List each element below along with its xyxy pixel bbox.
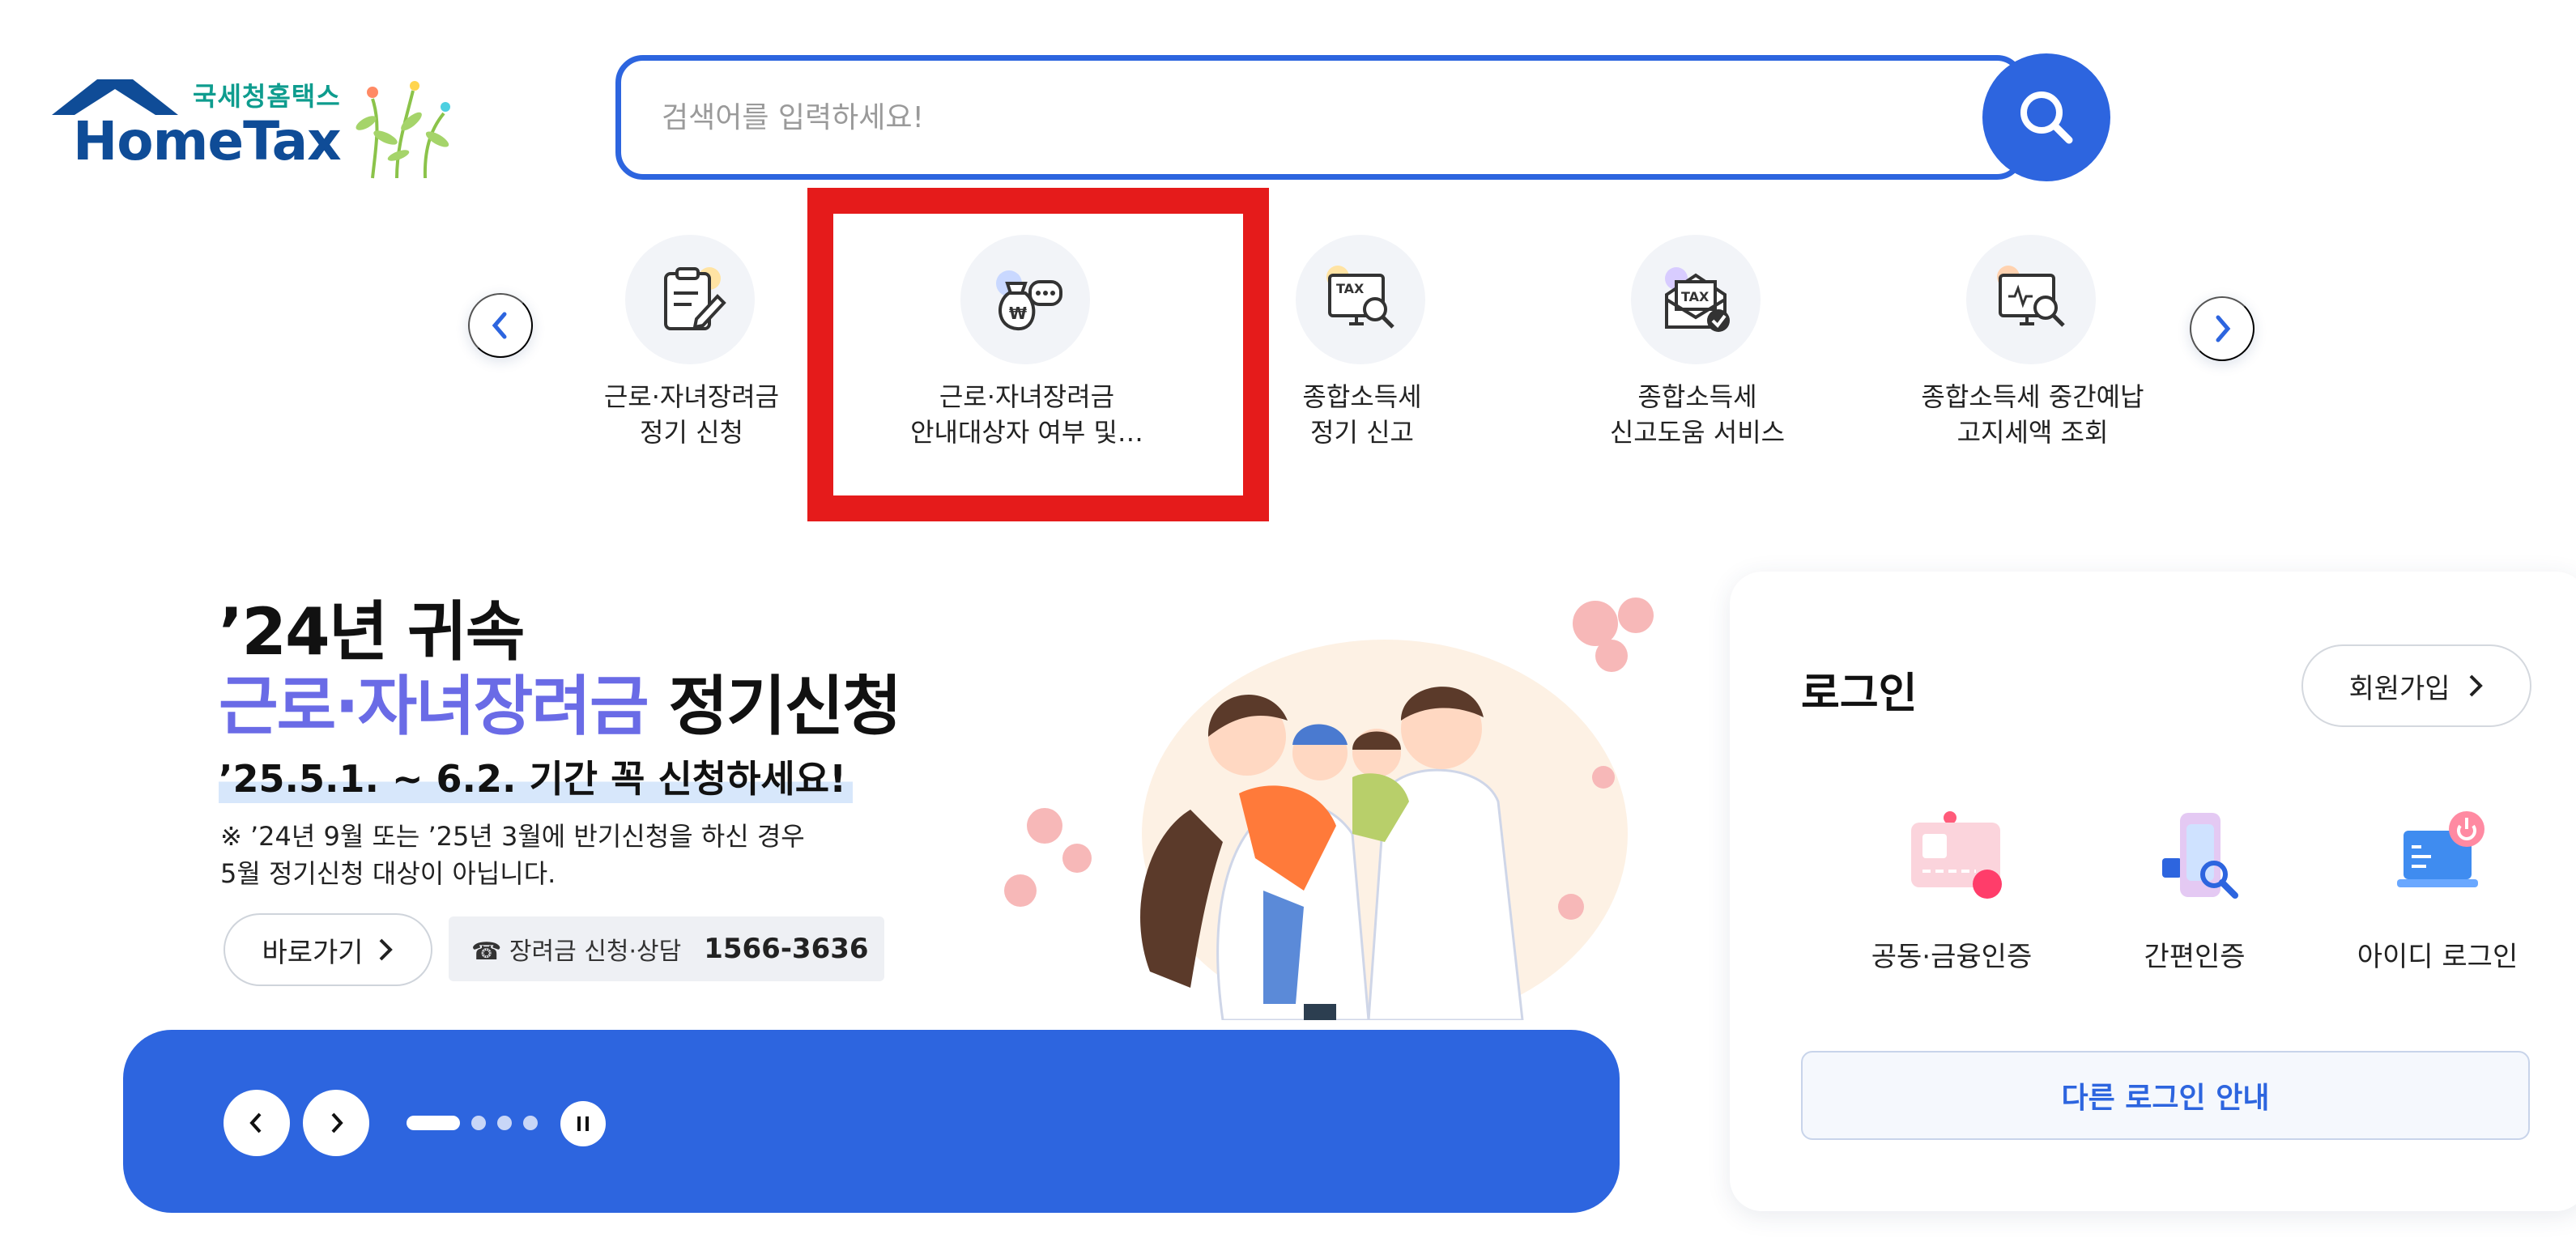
banner-date: ’25.5.1. ~ 6.2. 기간 꼭 신청하세요! <box>219 750 854 803</box>
search-bar <box>615 55 2025 180</box>
login-panel: 로그인 회원가입 공동·금융인증 간편인증 아이디 로그인 다른 로그인 안내 <box>1730 572 2576 1211</box>
banner-pagination <box>407 1116 538 1130</box>
banner-title-line2: 근로·자녀장려금 정기신청 <box>219 654 902 748</box>
quick-menu-label: 종합소득세 중간예납 고지세액 조회 <box>1921 381 2144 448</box>
laptop-power-icon <box>2397 811 2484 887</box>
svg-text:TAX: TAX <box>1681 289 1710 304</box>
banner-control-bar <box>123 1030 1620 1213</box>
pagination-dot[interactable] <box>471 1116 486 1130</box>
banner-title-rest: 정기신청 <box>647 669 901 744</box>
quick-menu-item-interim-prepayment-lookup[interactable]: 종합소득세 중간예납 고지세액 조회 <box>1871 235 2195 461</box>
logo-subtitle: 국세청홈택스 <box>193 81 341 112</box>
hometax-logo[interactable]: 국세청홈택스 HomeTax <box>49 65 470 186</box>
chevron-right-icon <box>331 1112 343 1133</box>
banner-phone-info: ☎ 장려금 신청·상담 1566-3636 <box>449 916 884 981</box>
banner-go-label: 바로가기 <box>262 936 364 969</box>
signup-label: 회원가입 <box>2348 672 2450 705</box>
hometax-main-page: 국세청홈택스 HomeTax 검색어를 입력하세요! 근로·자녀장려금 정기 신… <box>0 0 2576 1246</box>
tax-monitor-search-icon: TAX <box>1296 235 1425 364</box>
quick-menu-item-earned-income-credit-apply[interactable]: 근로·자녀장려금 정기 신청 <box>530 235 854 461</box>
chevron-left-icon <box>249 1112 262 1133</box>
quick-menu-label: 근로·자녀장려금 정기 신청 <box>603 381 780 448</box>
certificate-card-icon <box>1911 811 2002 899</box>
login-option-label: 아이디 로그인 <box>2357 941 2519 973</box>
tax-envelope-check-icon: TAX <box>1631 235 1761 364</box>
chevron-right-icon <box>379 938 393 961</box>
banner-next-button[interactable] <box>303 1090 369 1156</box>
banner-note: ※ ’24년 9월 또는 ’25년 3월에 반기신청을 하신 경우 5월 정기신… <box>220 821 805 889</box>
login-option-simple-auth[interactable]: 간편인증 <box>2073 806 2316 1001</box>
login-option-label: 공동·금융인증 <box>1871 941 2033 973</box>
highlight-annotation-box <box>807 188 1269 521</box>
banner-go-button[interactable]: 바로가기 <box>224 913 432 986</box>
document-pen-icon <box>625 235 755 364</box>
other-login-guide-button[interactable]: 다른 로그인 안내 <box>1801 1051 2530 1140</box>
search-button[interactable] <box>1982 53 2110 181</box>
monitor-won-search-icon <box>1966 235 2096 364</box>
chevron-right-icon <box>2216 315 2231 342</box>
phone-number: 1566-3636 <box>704 933 869 965</box>
phone-label: ☎ 장려금 신청·상담 <box>471 938 682 966</box>
pause-icon <box>577 1116 589 1131</box>
login-title: 로그인 <box>1801 670 1918 718</box>
search-icon <box>2020 91 2073 144</box>
pagination-dot[interactable] <box>497 1116 512 1130</box>
pagination-dot-active[interactable] <box>407 1116 460 1130</box>
chevron-right-icon <box>2469 674 2483 697</box>
quick-menu-prev-button[interactable] <box>468 293 533 358</box>
login-option-certificate[interactable]: 공동·금융인증 <box>1830 806 2073 1001</box>
quick-menu-item-filing-help-service[interactable]: TAX 종합소득세 신고도움 서비스 <box>1535 235 1859 461</box>
svg-text:TAX: TAX <box>1336 281 1365 296</box>
family-illustration <box>1004 597 1654 1020</box>
banner-prev-button[interactable] <box>224 1090 290 1156</box>
plant-decoration-icon <box>356 81 450 179</box>
chevron-left-icon <box>492 312 507 339</box>
pagination-dot[interactable] <box>523 1116 538 1130</box>
login-option-id[interactable]: 아이디 로그인 <box>2316 806 2559 1001</box>
phone-search-icon <box>2162 813 2238 899</box>
logo-title: HomeTax <box>73 110 342 172</box>
signup-button[interactable]: 회원가입 <box>2301 644 2531 727</box>
quick-menu-label: 종합소득세 신고도움 서비스 <box>1609 381 1786 448</box>
login-option-label: 간편인증 <box>2144 941 2246 973</box>
banner-title-highlight: 근로·자녀장려금 <box>219 669 649 744</box>
search-input[interactable] <box>662 61 1941 174</box>
banner-pause-button[interactable] <box>560 1101 606 1146</box>
quick-menu-next-button[interactable] <box>2190 296 2255 361</box>
